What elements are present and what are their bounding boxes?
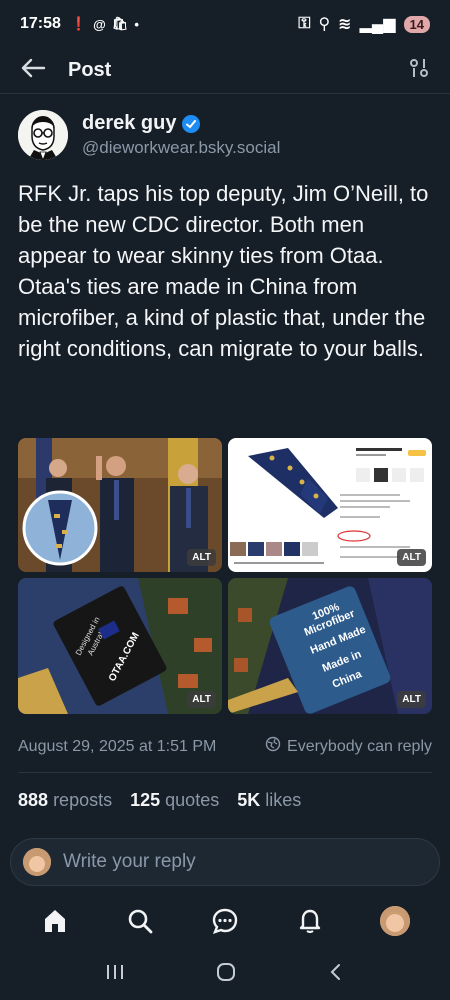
- post-author[interactable]: derek guy @dieworkwear.bsky.social: [18, 110, 280, 160]
- notification-icons: ❗ @ 🛍 •: [71, 16, 139, 32]
- dot-icon: •: [134, 16, 139, 32]
- battery-level: 14: [403, 15, 430, 33]
- thread-settings-icon[interactable]: [408, 57, 430, 84]
- back-arrow-icon[interactable]: [20, 57, 46, 84]
- alt-badge[interactable]: ALT: [397, 691, 426, 708]
- divider: [18, 772, 432, 773]
- author-avatar[interactable]: [18, 110, 68, 160]
- reply-composer[interactable]: [10, 838, 440, 886]
- post-image-4[interactable]: 100% Microfiber Hand Made Made in China …: [228, 578, 432, 714]
- system-back-icon[interactable]: [326, 962, 346, 987]
- home-button-icon[interactable]: [215, 961, 237, 988]
- post-timestamp: August 29, 2025 at 1:51 PM: [18, 737, 217, 755]
- my-avatar: [23, 848, 51, 876]
- engagement-counts: 888 reposts 125 quotes 5K likes: [18, 790, 301, 811]
- image-grid: ALT ALT Designed in Australia OTAA.COM A…: [18, 438, 432, 714]
- alt-badge[interactable]: ALT: [397, 549, 426, 566]
- profile-avatar[interactable]: [380, 906, 411, 936]
- author-name-row[interactable]: derek guy: [82, 112, 280, 135]
- quotes-count[interactable]: 125 quotes: [130, 790, 219, 811]
- post-image-3[interactable]: Designed in Australia OTAA.COM ALT: [18, 578, 222, 714]
- alert-icon: ❗: [70, 16, 88, 31]
- likes-count[interactable]: 5K likes: [237, 790, 301, 811]
- top-bar: Post: [0, 48, 450, 94]
- bottom-navigation: [0, 895, 450, 947]
- reply-setting-label[interactable]: Everybody can reply: [287, 738, 432, 756]
- reply-input[interactable]: [63, 851, 403, 873]
- search-icon[interactable]: [120, 901, 160, 941]
- reply-setting[interactable]: Everybody can reply: [265, 736, 432, 757]
- post-meta: August 29, 2025 at 1:51 PM Everybody can…: [18, 736, 432, 757]
- chat-icon[interactable]: [205, 901, 245, 941]
- post-image-2[interactable]: ALT: [228, 438, 432, 572]
- globe-icon: [265, 736, 281, 757]
- recent-apps-icon[interactable]: [104, 962, 126, 987]
- page-title: Post: [68, 59, 112, 81]
- wifi-icon: ≋: [338, 16, 352, 33]
- location-icon: ⚲: [318, 16, 331, 33]
- post-image-1[interactable]: ALT: [18, 438, 222, 572]
- threads-icon: @: [93, 16, 106, 32]
- verified-badge-icon[interactable]: [182, 114, 201, 133]
- reposts-count[interactable]: 888 reposts: [18, 790, 112, 811]
- home-icon[interactable]: [35, 901, 75, 941]
- status-bar: 17:58 ❗ @ 🛍 • ⚿ ⚲ ≋ ▂▄▆ 14: [0, 0, 450, 48]
- system-navigation-bar: [0, 952, 450, 996]
- key-icon: ⚿: [298, 15, 311, 32]
- signal-icon: ▂▄▆: [359, 16, 396, 33]
- status-time: 17:58: [20, 15, 61, 32]
- notifications-bell-icon[interactable]: [290, 901, 330, 941]
- author-handle[interactable]: @dieworkwear.bsky.social: [82, 138, 280, 158]
- shopping-bag-icon: 🛍: [111, 16, 129, 31]
- alt-badge[interactable]: ALT: [187, 691, 216, 708]
- alt-badge[interactable]: ALT: [187, 549, 216, 566]
- profile-tab[interactable]: [375, 901, 415, 941]
- post-body: RFK Jr. taps his top deputy, Jim O’Neill…: [18, 181, 429, 361]
- author-name[interactable]: derek guy: [82, 112, 176, 135]
